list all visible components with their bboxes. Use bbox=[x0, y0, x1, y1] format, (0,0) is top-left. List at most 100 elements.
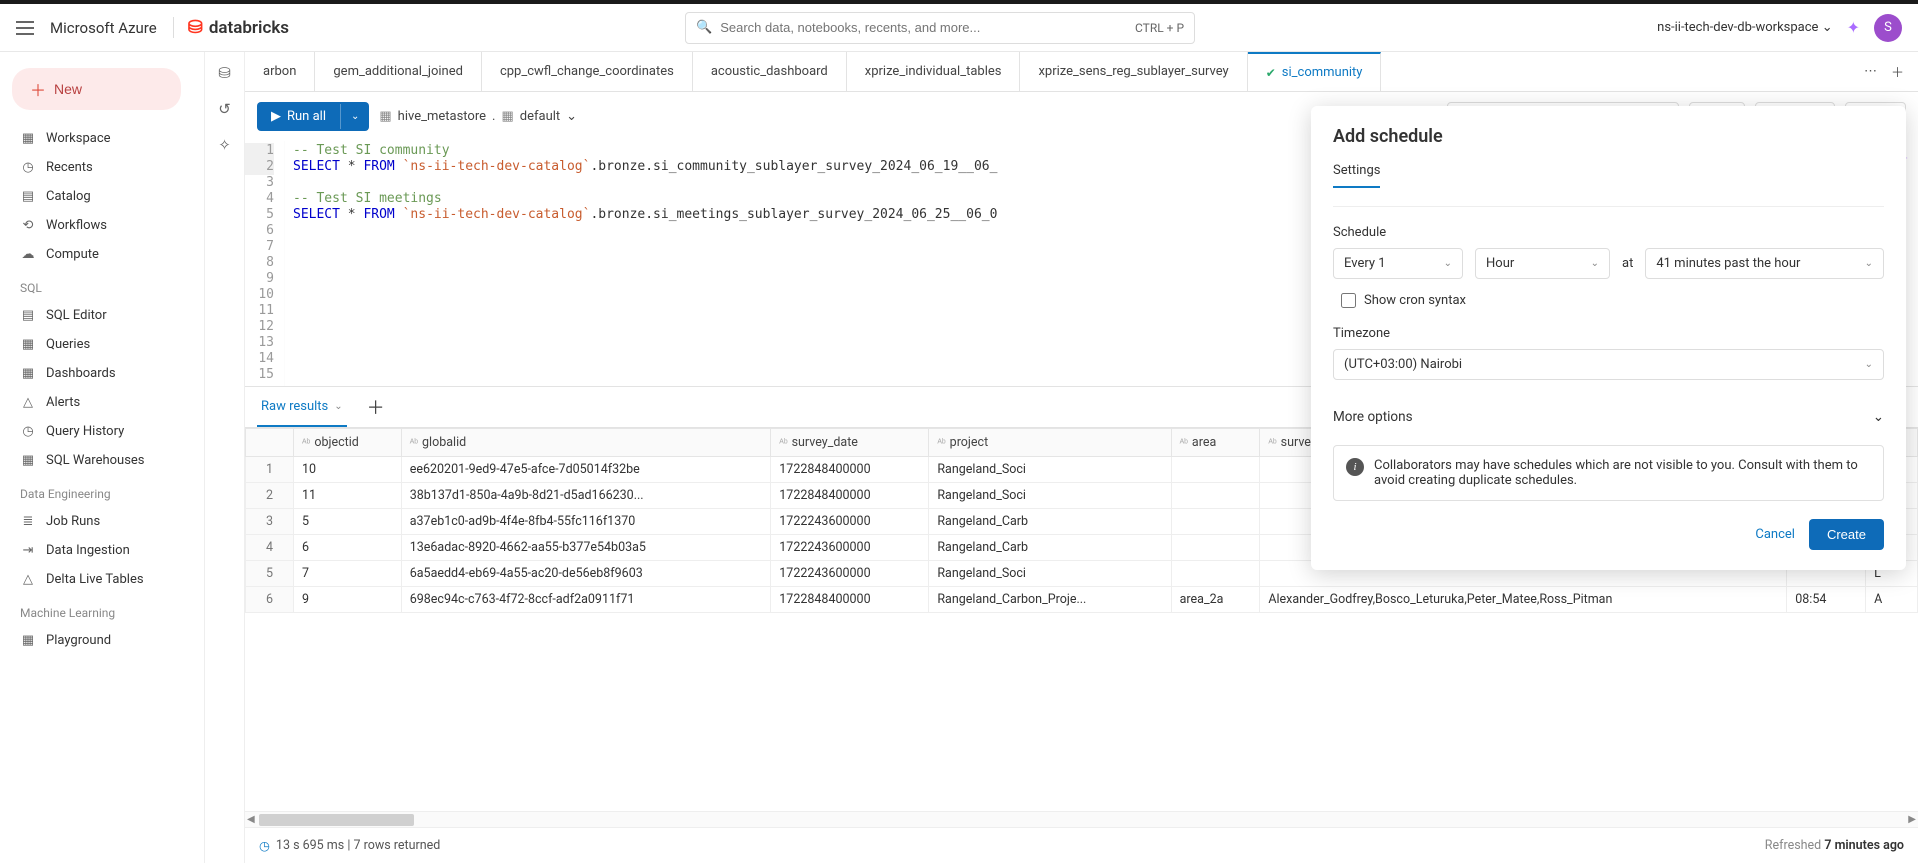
history-icon[interactable]: ↺ bbox=[218, 100, 231, 118]
nav-recents[interactable]: ◷Recents bbox=[8, 153, 196, 182]
sidebar: ＋ New ▦Workspace◷Recents▤Catalog⟲Workflo… bbox=[0, 52, 205, 863]
nav-icon: ⇥ bbox=[20, 543, 36, 558]
raw-results-tab[interactable]: Raw results⌄ bbox=[257, 388, 347, 427]
nav-sql-editor[interactable]: ▤SQL Editor bbox=[8, 301, 196, 330]
tab-arbon[interactable]: arbon bbox=[245, 52, 315, 91]
refreshed-label: Refreshed 7 minutes ago bbox=[1765, 838, 1904, 853]
cron-checkbox-input[interactable] bbox=[1341, 293, 1356, 308]
tab-cpp_cwfl_change_coordinates[interactable]: cpp_cwfl_change_coordinates bbox=[482, 52, 693, 91]
cron-checkbox[interactable]: Show cron syntax bbox=[1341, 293, 1884, 308]
global-search[interactable]: 🔍 CTRL + P bbox=[685, 12, 1195, 44]
database-icon: ▦ bbox=[501, 109, 513, 124]
databricks-icon: ⛁ bbox=[188, 17, 203, 38]
pin-icon[interactable]: ✧ bbox=[218, 136, 231, 154]
nav-icon: △ bbox=[20, 572, 36, 587]
nav-icon: ≣ bbox=[20, 514, 36, 529]
nav-icon: △ bbox=[20, 395, 36, 410]
modal-title: Add schedule bbox=[1333, 126, 1884, 147]
run-button-group: ▶ Run all ⌄ bbox=[257, 102, 369, 131]
cancel-button[interactable]: Cancel bbox=[1755, 527, 1795, 542]
nav-dashboards[interactable]: ▦Dashboards bbox=[8, 359, 196, 388]
tab-acoustic_dashboard[interactable]: acoustic_dashboard bbox=[693, 52, 847, 91]
app-header: Microsoft Azure ⛁ databricks 🔍 CTRL + P … bbox=[0, 4, 1918, 52]
scrollbar-thumb[interactable] bbox=[259, 814, 414, 826]
scroll-left-icon[interactable]: ◀ bbox=[247, 814, 255, 825]
query-timing: 13 s 695 ms | 7 rows returned bbox=[276, 838, 440, 853]
nav-delta-live-tables[interactable]: △Delta Live Tables bbox=[8, 565, 196, 594]
nav-icon: ☁ bbox=[20, 247, 36, 262]
chevron-down-icon: ⌄ bbox=[334, 401, 342, 412]
add-tab-icon[interactable]: ＋ bbox=[1891, 62, 1904, 81]
modal-tab-settings[interactable]: Settings bbox=[1333, 163, 1380, 188]
at-label: at bbox=[1622, 256, 1633, 271]
nav-alerts[interactable]: △Alerts bbox=[8, 388, 196, 417]
column-project[interactable]: ᴬᵇproject bbox=[929, 429, 1171, 457]
nav-data-ingestion[interactable]: ⇥Data Ingestion bbox=[8, 536, 196, 565]
section-de: Data Engineering bbox=[8, 475, 196, 507]
clock-icon: ◷ bbox=[259, 838, 270, 854]
tab-overflow-icon[interactable]: ⋯ bbox=[1864, 64, 1877, 79]
column-globalid[interactable]: ᴬᵇglobalid bbox=[401, 429, 771, 457]
nav-icon: ▦ bbox=[20, 337, 36, 352]
tab-active[interactable]: ✔ si_community bbox=[1248, 52, 1382, 91]
nav-icon: ▤ bbox=[20, 189, 36, 204]
assistant-icon[interactable]: ✦ bbox=[1847, 18, 1860, 37]
tab-xprize_sens_reg_sublayer_survey[interactable]: xprize_sens_reg_sublayer_survey bbox=[1020, 52, 1247, 91]
column-objectid[interactable]: ᴬᵇobjectid bbox=[294, 429, 402, 457]
nav-icon: ▦ bbox=[20, 453, 36, 468]
query-tabs: arbongem_additional_joinedcpp_cwfl_chang… bbox=[245, 52, 1918, 92]
create-button[interactable]: Create bbox=[1809, 519, 1884, 550]
scroll-right-icon[interactable]: ▶ bbox=[1908, 814, 1916, 825]
nav-icon: ▦ bbox=[20, 131, 36, 146]
tab-gem_additional_joined[interactable]: gem_additional_joined bbox=[315, 52, 482, 91]
nav-icon: ▦ bbox=[20, 633, 36, 648]
minutes-selector[interactable]: 41 minutes past the hour⌄ bbox=[1645, 248, 1884, 279]
add-schedule-modal: Add schedule Settings Schedule Every 1⌄ … bbox=[1311, 106, 1906, 570]
unit-selector[interactable]: Hour⌄ bbox=[1475, 248, 1610, 279]
chevron-down-icon: ⌄ bbox=[1444, 258, 1452, 269]
info-icon: i bbox=[1346, 458, 1364, 476]
user-avatar[interactable]: S bbox=[1874, 14, 1902, 42]
nav-workspace[interactable]: ▦Workspace bbox=[8, 124, 196, 153]
catalog-selector[interactable]: ▦ hive_metastore. ▦ default ⌄ bbox=[379, 109, 577, 124]
section-sql: SQL bbox=[8, 269, 196, 301]
every-selector[interactable]: Every 1⌄ bbox=[1333, 248, 1463, 279]
column-area[interactable]: ᴬᵇarea bbox=[1171, 429, 1260, 457]
workspace-selector[interactable]: ns-ii-tech-dev-db-workspace ⌄ bbox=[1657, 20, 1832, 35]
horizontal-scrollbar[interactable]: ◀ ▶ bbox=[245, 811, 1918, 827]
run-dropdown[interactable]: ⌄ bbox=[340, 104, 369, 129]
nav-icon: ◷ bbox=[20, 160, 36, 175]
editor-rail: ⛁ ↺ ✧ bbox=[205, 52, 245, 863]
nav-workflows[interactable]: ⟲Workflows bbox=[8, 211, 196, 240]
search-input[interactable] bbox=[720, 20, 1127, 35]
more-options-toggle[interactable]: More options⌄ bbox=[1333, 398, 1884, 435]
nav-queries[interactable]: ▦Queries bbox=[8, 330, 196, 359]
status-footer: ◷ 13 s 695 ms | 7 rows returned Refreshe… bbox=[245, 827, 1918, 863]
chevron-down-icon: ⌄ bbox=[1865, 359, 1873, 370]
chevron-down-icon: ⌄ bbox=[1591, 258, 1599, 269]
nav-compute[interactable]: ☁Compute bbox=[8, 240, 196, 269]
check-icon: ✔ bbox=[1266, 66, 1276, 80]
menu-icon[interactable] bbox=[16, 21, 34, 35]
column-survey_date[interactable]: ᴬᵇsurvey_date bbox=[771, 429, 929, 457]
add-visualization-icon[interactable]: ＋ bbox=[367, 394, 385, 420]
nav-icon: ▦ bbox=[20, 366, 36, 381]
run-all-button[interactable]: ▶ Run all bbox=[257, 102, 340, 131]
databricks-logo[interactable]: ⛁ databricks bbox=[173, 17, 289, 38]
nav-sql-warehouses[interactable]: ▦SQL Warehouses bbox=[8, 446, 196, 475]
timezone-selector[interactable]: (UTC+03:00) Nairobi⌄ bbox=[1333, 349, 1884, 380]
info-banner: i Collaborators may have schedules which… bbox=[1333, 445, 1884, 501]
tab-xprize_individual_tables[interactable]: xprize_individual_tables bbox=[847, 52, 1021, 91]
nav-icon: ⟲ bbox=[20, 218, 36, 233]
schema-icon[interactable]: ⛁ bbox=[218, 64, 231, 82]
nav-icon: ◷ bbox=[20, 424, 36, 439]
nav-icon: ▤ bbox=[20, 308, 36, 323]
table-row[interactable]: 69698ec94c-c763-4f72-8ccf-adf2a0911f7117… bbox=[246, 587, 1918, 613]
new-button[interactable]: ＋ New bbox=[12, 68, 181, 110]
plus-icon: ＋ bbox=[30, 77, 46, 101]
nav-job-runs[interactable]: ≣Job Runs bbox=[8, 507, 196, 536]
nav-catalog[interactable]: ▤Catalog bbox=[8, 182, 196, 211]
nav-playground[interactable]: ▦Playground bbox=[8, 626, 196, 655]
nav-query-history[interactable]: ◷Query History bbox=[8, 417, 196, 446]
azure-brand: Microsoft Azure bbox=[50, 19, 157, 37]
